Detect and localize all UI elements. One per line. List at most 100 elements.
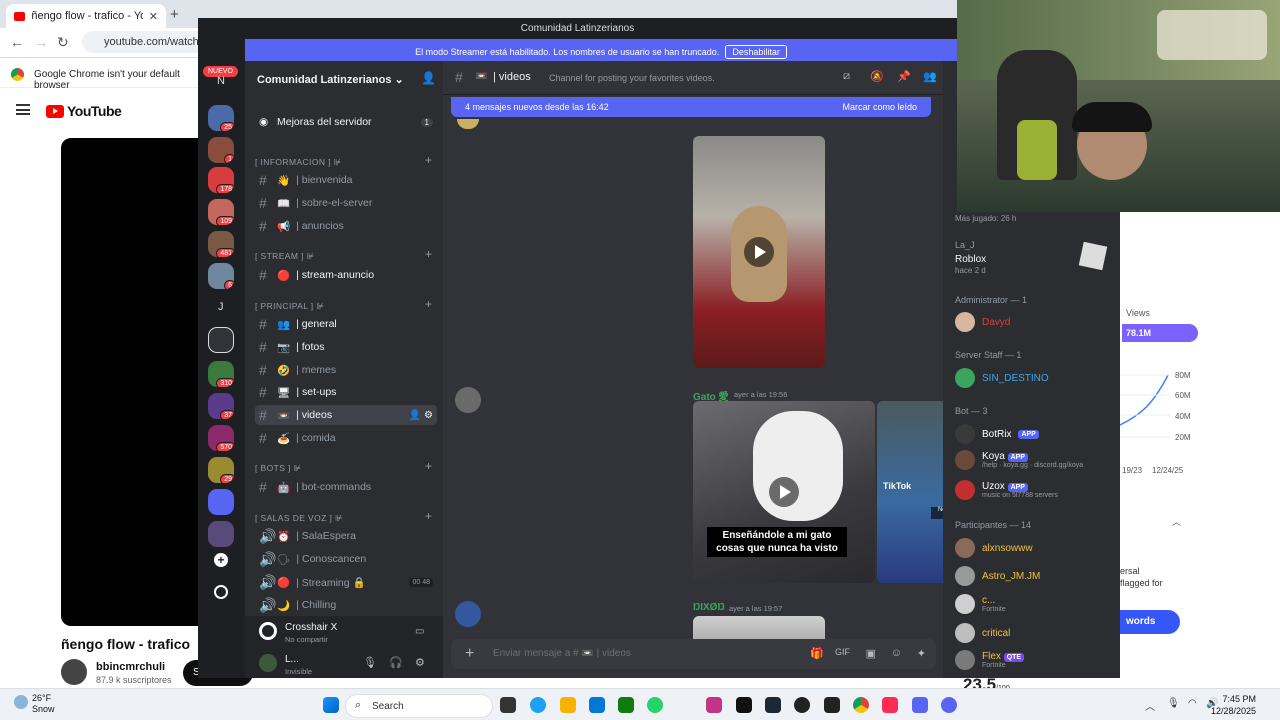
category-stream[interactable]: [ STREAM ] ⊯ (255, 251, 314, 262)
server-icon[interactable]: 6 (208, 263, 234, 289)
add-server-icon[interactable]: + (214, 553, 228, 567)
voice-sala-espera[interactable]: 🔊 ⏰ | SalaEspera (255, 526, 437, 546)
apps-icon[interactable]: ✦ (917, 647, 926, 660)
member-item[interactable]: Uzox APP music on 5l7788 servers (955, 480, 1058, 500)
play-icon[interactable] (744, 237, 774, 267)
edge-icon[interactable] (530, 697, 546, 713)
pin-icon[interactable]: 📌 (897, 70, 911, 83)
server-icon[interactable]: 29 (208, 457, 234, 483)
gif-icon[interactable]: GIF (835, 647, 850, 657)
server-icon[interactable]: 570 (208, 425, 234, 451)
file-explorer-icon[interactable] (560, 697, 576, 713)
category-bots[interactable]: [ BOTS ] ⊯ (255, 463, 301, 474)
menu-icon[interactable] (16, 104, 30, 115)
task-view-icon[interactable] (500, 697, 516, 713)
youtube-logo[interactable]: YouTube (46, 103, 122, 119)
member-item[interactable]: Koya APP/help · koya.gg · discord.gg/koy… (955, 450, 1083, 470)
whatsapp-icon[interactable] (647, 697, 663, 713)
category-voz[interactable]: [ SALAS DE VOZ ] ⊯ (255, 513, 343, 524)
microphone-tray-icon[interactable]: 🎙 (1167, 698, 1180, 709)
chrome-taskbar-icon[interactable] (853, 697, 869, 713)
microphone-icon[interactable]: 🎙 (363, 656, 377, 669)
server-letter[interactable]: J (218, 301, 224, 313)
back-icon[interactable]: ← (10, 34, 24, 50)
member-item[interactable]: SIN_DESTINO (955, 368, 1049, 388)
user-name[interactable]: L... (285, 654, 299, 665)
windows-start-icon[interactable] (323, 697, 339, 713)
app-icon[interactable] (824, 697, 840, 713)
new-messages-bar[interactable]: 4 mensajes nuevos desde las 16:42 Marcar … (451, 97, 931, 117)
member-item[interactable]: Astro_JM.JM (955, 566, 1040, 586)
youtube-tab[interactable]: ñengo flow - trafico - YouTube ✕ (6, 4, 166, 28)
server-icon[interactable]: 481 (208, 231, 234, 257)
keywords-button[interactable]: words (1120, 610, 1180, 634)
dog-video-attachment[interactable] (693, 136, 825, 368)
wifi-icon[interactable]: ◠ (1188, 698, 1197, 709)
member-item[interactable]: critical (955, 623, 1010, 643)
members-icon[interactable]: 👥 (923, 70, 937, 83)
member-item[interactable]: alxnsowww (955, 538, 1033, 558)
channel-bienvenida[interactable]: # 👋 | bienvenida (255, 170, 437, 190)
chevron-up-icon[interactable]: ︿ (1172, 515, 1181, 528)
emoji-icon[interactable]: ☺ (891, 647, 902, 659)
category-info[interactable]: [ INFORMACION ] ⊯ (255, 157, 341, 168)
channel-videos[interactable]: # 📼 | videos 👤 ⚙ (255, 405, 437, 425)
add-channel-icon[interactable]: + (425, 153, 432, 167)
add-attachment-icon[interactable]: + (465, 645, 474, 663)
avatar[interactable] (455, 387, 481, 413)
server-icon[interactable]: 310 (208, 361, 234, 387)
discord-bot-server-icon[interactable] (208, 489, 234, 515)
headphones-icon[interactable]: 🎧 (389, 656, 403, 669)
server-icon[interactable]: 109 (208, 199, 234, 225)
xbox-icon[interactable] (618, 697, 634, 713)
channel-anuncios[interactable]: # 📢 | anuncios (255, 216, 437, 236)
tray-chevron-icon[interactable]: ︿ (1145, 698, 1155, 713)
share-icon[interactable]: ▭ (415, 626, 424, 637)
server-boost-item[interactable]: ◉ Mejoras del servidor 1 (255, 112, 437, 132)
channel-set-ups[interactable]: # 🖥 | set-ups (255, 382, 437, 402)
reload-icon[interactable]: ↻ (57, 34, 69, 51)
channel-sobre-el-server[interactable]: # 📖 | sobre-el-server (255, 193, 437, 213)
avatar[interactable] (457, 119, 479, 129)
close-tab-icon[interactable]: ✕ (149, 10, 158, 23)
disable-streamer-button[interactable]: Deshabilitar (725, 45, 787, 59)
voice-conoscancen[interactable]: 🔊 🗣 | Conoscancen (255, 549, 437, 569)
channel-stream-anuncio[interactable]: # 🔴 | stream-anuncio (255, 265, 437, 285)
server-icon[interactable]: 25 (208, 105, 234, 131)
system-clock[interactable]: 7:45 PM 12/28/2025 (1211, 693, 1256, 717)
cat-video-attachment[interactable]: Enseñándole a mi gato cosas que nunca ha… (693, 401, 875, 583)
gift-icon[interactable]: 🎁 (810, 647, 824, 660)
server-icon[interactable]: 1 (208, 137, 234, 163)
channel-name[interactable]: bbincmrchuli (96, 661, 165, 673)
message-author[interactable]: ŊIXØŊ (693, 602, 725, 613)
obs-icon[interactable] (794, 697, 810, 713)
discord-ptb-icon[interactable] (941, 697, 957, 713)
weather-widget[interactable]: 26°F Snow (8, 693, 55, 715)
tiktok-icon[interactable] (736, 697, 752, 713)
play-icon[interactable] (769, 477, 799, 507)
instagram-icon[interactable] (706, 697, 722, 713)
mark-read-button[interactable]: Marcar como leído (842, 102, 917, 112)
member-item[interactable]: Flex QTE Fortnite (955, 650, 1025, 670)
member-item[interactable]: c... Fortnite (955, 594, 1006, 614)
channel-avatar[interactable] (61, 659, 87, 685)
tiktok-live-icon[interactable] (882, 697, 898, 713)
server-icon[interactable]: 37 (208, 393, 234, 419)
voice-chilling[interactable]: 🔊 🌙 | Chilling (255, 595, 437, 615)
channel-bot-commands[interactable]: # 🤖 | bot-commands (255, 477, 437, 497)
channel-memes[interactable]: # 🤣 | memes (255, 360, 437, 380)
discord-taskbar-icon[interactable] (912, 697, 928, 713)
user-avatar[interactable] (259, 654, 277, 672)
message-input[interactable]: + Enviar mensaje a # 📼 | videos 🎁 GIF ▣ … (451, 639, 936, 669)
invite-icon[interactable]: 👤 (421, 71, 436, 85)
channel-general[interactable]: # 👥 | general (255, 314, 437, 334)
channel-fotos[interactable]: # 📷 | fotos (255, 337, 437, 357)
steam-icon[interactable] (765, 697, 781, 713)
settings-gear-icon[interactable]: ⚙ (415, 656, 425, 669)
taskbar-search[interactable]: ⌕ Search (345, 694, 493, 718)
new-tab-button[interactable]: + (170, 6, 179, 23)
add-channel-icon[interactable]: + (425, 297, 432, 311)
server-icon-triangle[interactable] (208, 327, 234, 353)
activity-card-user[interactable]: La_J (955, 240, 975, 250)
category-principal[interactable]: [ PRINCIPAL ] ⊯ (255, 301, 324, 312)
